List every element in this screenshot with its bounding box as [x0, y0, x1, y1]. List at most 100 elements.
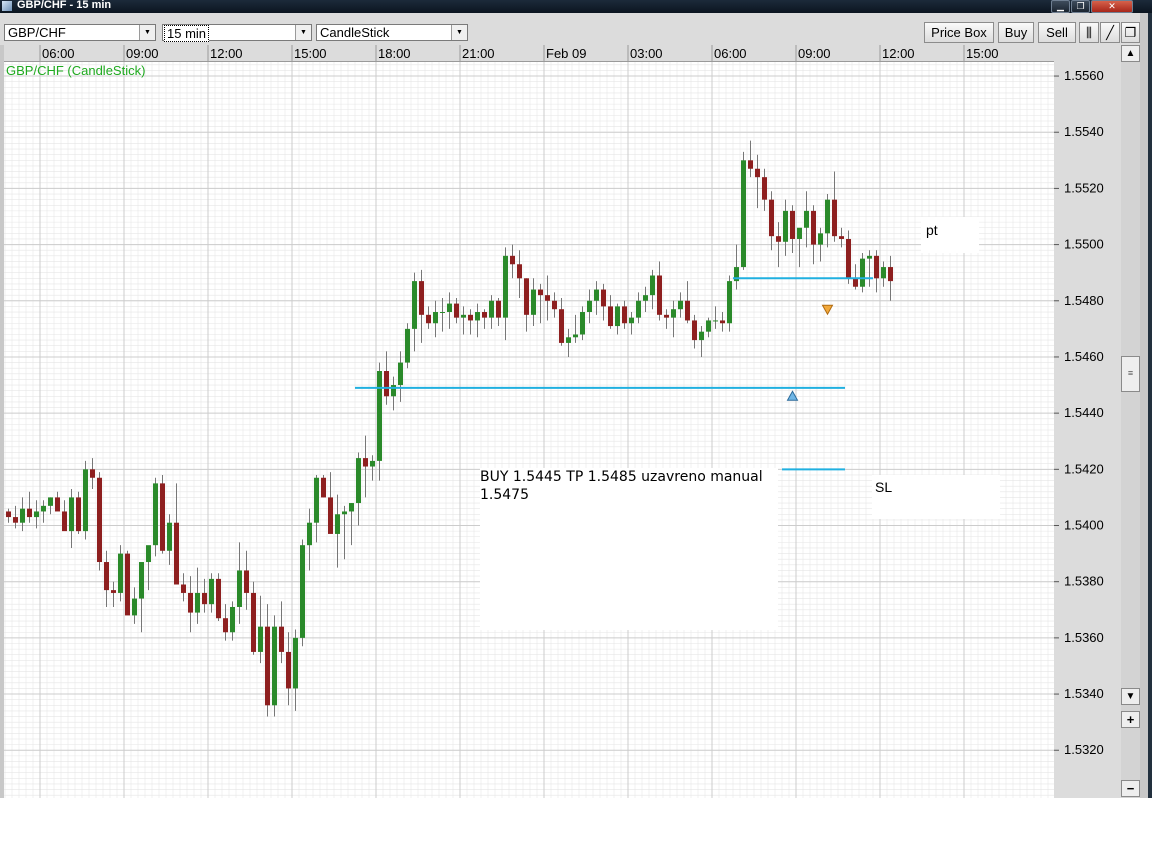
candle-body: [13, 517, 18, 523]
candle-body: [6, 511, 11, 518]
candle-body: [580, 312, 585, 335]
detach-window-icon[interactable]: ❐: [1121, 22, 1140, 43]
candle-body: [755, 168, 760, 178]
candle-body: [748, 160, 753, 169]
candle-body: [762, 177, 767, 200]
price-tick-label: 1.5340: [1064, 686, 1104, 701]
candle-body: [454, 303, 459, 318]
candle-body: [202, 592, 207, 605]
close-button[interactable]: ✕: [1091, 0, 1133, 13]
candle-body: [832, 199, 837, 237]
time-tick-label: 18:00: [378, 46, 411, 61]
candle-body: [664, 314, 669, 318]
scroll-up-button[interactable]: ▲: [1121, 45, 1140, 62]
candle-body: [685, 300, 690, 321]
candle-body: [489, 300, 494, 318]
sell-button[interactable]: Sell: [1038, 22, 1076, 43]
candle-body: [244, 570, 249, 593]
candle-body: [160, 483, 165, 551]
candle-body: [482, 312, 487, 318]
time-axis-labels: 06:00 09:00 12:00 15:00 18:00 21:00 Feb 09 03:0…: [39, 45, 999, 62]
candle-body: [69, 497, 74, 532]
candle-body: [370, 460, 375, 467]
scroll-thumb[interactable]: ≡: [1121, 356, 1140, 392]
candle-body: [496, 300, 501, 318]
trade-note-line1: BUY 1.5445 TP 1.5485 uzavreno manual: [480, 469, 763, 485]
pt-note: pt: [921, 217, 979, 253]
candle-body: [62, 511, 67, 532]
candle-body: [391, 385, 396, 397]
price-tick-label: 1.5540: [1064, 124, 1104, 139]
price-axis: 1.5560 1.5540 1.5520 1.5500 1.5480 1.5460 1.54…: [1054, 45, 1121, 799]
candle-body: [174, 522, 179, 585]
candle-body: [265, 626, 270, 706]
candle-body: [818, 233, 823, 245]
candle-body: [524, 278, 529, 315]
chevron-down-icon[interactable]: ▼: [295, 25, 311, 40]
candle-body: [307, 522, 312, 546]
price-tick-label: 1.5460: [1064, 349, 1104, 364]
chart-type-select[interactable]: CandleStick ▼: [316, 24, 468, 41]
candle-body: [447, 303, 452, 313]
candle-body: [48, 497, 53, 506]
candle-body: [531, 289, 536, 315]
interval-select[interactable]: 15 min ▼: [162, 24, 312, 42]
symbol-select[interactable]: GBP/CHF ▼: [4, 24, 156, 41]
time-tick-label: 21:00: [462, 46, 495, 61]
minimize-button[interactable]: ▁: [1051, 0, 1070, 13]
candle-body: [440, 312, 445, 314]
candle-body: [671, 309, 676, 318]
chart-area[interactable]: GBP/CHF (CandleStick) BUY 1.5445 TP 1.54…: [4, 62, 1054, 798]
candle-body: [678, 300, 683, 310]
chevron-down-icon[interactable]: ▼: [139, 25, 155, 40]
bottom-area: [0, 798, 1152, 864]
price-box-button[interactable]: Price Box: [924, 22, 994, 43]
candle-body: [720, 320, 725, 324]
vertical-scrollbar[interactable]: [1121, 45, 1140, 799]
candle-body: [650, 275, 655, 296]
buy-button[interactable]: Buy: [998, 22, 1034, 43]
candlestick-chart[interactable]: [4, 62, 1054, 798]
candle-body: [566, 337, 571, 343]
chevron-down-icon[interactable]: ▼: [451, 25, 467, 40]
candle-body: [706, 320, 711, 332]
candle-body: [874, 255, 879, 279]
window-title: GBP/CHF - 15 min: [17, 0, 112, 11]
candle-body: [223, 618, 228, 633]
candle-body: [811, 210, 816, 245]
zoom-in-button[interactable]: +: [1121, 711, 1140, 728]
candle-body: [692, 320, 697, 341]
zoom-out-button[interactable]: −: [1121, 780, 1140, 797]
time-tick-label: 15:00: [294, 46, 327, 61]
candle-body: [657, 275, 662, 315]
candle-body: [426, 314, 431, 324]
chart-type-value: CandleStick: [320, 25, 390, 40]
candle-body: [867, 255, 872, 259]
price-tick-label: 1.5560: [1064, 68, 1104, 83]
candle-body: [41, 505, 46, 512]
candle-body: [615, 306, 620, 327]
candle-body: [328, 497, 333, 534]
interval-value: 15 min: [164, 25, 210, 42]
candle-body: [34, 511, 39, 518]
candle-tool-icon[interactable]: ⫼: [1079, 22, 1099, 43]
draw-line-icon[interactable]: ╱: [1100, 22, 1120, 43]
candle-body: [783, 210, 788, 242]
candle-body: [363, 458, 368, 467]
candle-body: [335, 514, 340, 534]
window-edge: [1148, 13, 1152, 799]
candle-body: [195, 592, 200, 613]
candle-body: [300, 545, 305, 638]
candle-body: [636, 300, 641, 318]
candle-body: [181, 584, 186, 593]
candle-body: [573, 334, 578, 338]
candle-body: [713, 320, 718, 322]
candle-body: [279, 626, 284, 652]
candle-body: [293, 637, 298, 689]
candle-body: [552, 300, 557, 310]
restore-button[interactable]: ❐: [1071, 0, 1090, 13]
candle-body: [538, 289, 543, 296]
scroll-down-button[interactable]: ▼: [1121, 688, 1140, 705]
candle-body: [237, 570, 242, 607]
trade-note: BUY 1.5445 TP 1.5485 uzavreno manual 1.5…: [480, 468, 778, 630]
